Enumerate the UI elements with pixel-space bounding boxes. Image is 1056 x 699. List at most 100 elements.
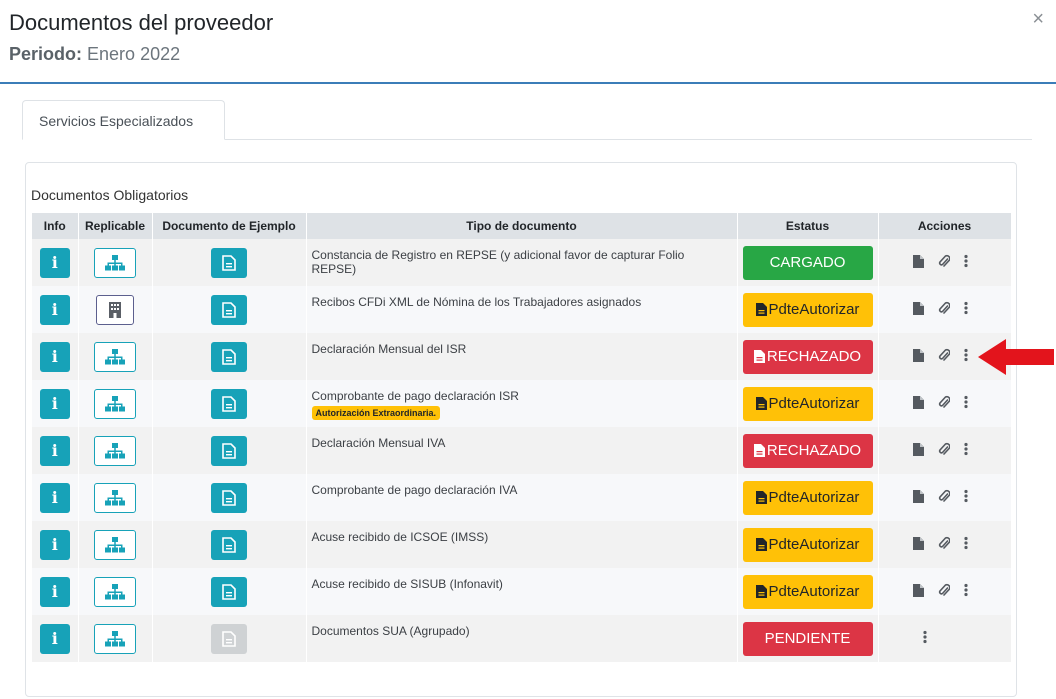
paperclip-icon[interactable] <box>938 536 951 553</box>
paperclip-icon[interactable] <box>938 348 951 365</box>
file-icon[interactable] <box>912 489 924 506</box>
tipo-cell: Declaración Mensual del ISR <box>306 333 738 380</box>
info-button[interactable]: i <box>39 388 70 419</box>
actions-cell <box>878 286 1012 333</box>
example-document-button[interactable] <box>211 247 247 278</box>
replicable-cell <box>78 474 153 521</box>
paperclip-icon[interactable] <box>938 395 951 412</box>
documents-card: Documentos Obligatorios Info Replicable … <box>25 162 1017 697</box>
example-document-button[interactable] <box>211 623 247 654</box>
paperclip-icon[interactable] <box>938 583 951 600</box>
replicable-button[interactable] <box>94 623 136 654</box>
info-button[interactable]: i <box>39 576 70 607</box>
paperclip-icon[interactable] <box>938 254 951 271</box>
ellipsis-vertical-icon[interactable] <box>963 254 968 271</box>
actions-cell <box>878 427 1012 474</box>
replicable-cell <box>78 239 153 286</box>
paperclip-icon[interactable] <box>938 489 951 506</box>
table-row: i Documentos SUA (Agrupado) PENDIENTE <box>32 615 1012 662</box>
ellipsis-vertical-icon[interactable] <box>963 489 968 506</box>
documents-table: Info Replicable Documento de Ejemplo Tip… <box>32 213 1012 662</box>
status-label: PdteAutorizar <box>768 300 860 318</box>
info-button[interactable]: i <box>39 247 70 278</box>
header-tipo-documento: Tipo de documento <box>306 213 738 239</box>
file-icon[interactable] <box>912 301 924 318</box>
file-icon[interactable] <box>912 536 924 553</box>
info-button[interactable]: i <box>39 529 70 560</box>
info-cell: i <box>32 333 79 380</box>
status-badge[interactable]: PdteAutorizar <box>742 292 873 327</box>
status-badge[interactable]: PdteAutorizar <box>742 386 873 421</box>
info-cell: i <box>32 615 79 662</box>
status-label: RECHAZADO <box>766 347 862 365</box>
status-cell: PdteAutorizar <box>737 474 879 521</box>
status-badge[interactable]: CARGADO <box>742 245 873 280</box>
replicable-button[interactable] <box>94 388 136 419</box>
file-icon[interactable] <box>912 442 924 459</box>
replicable-button[interactable] <box>94 482 136 513</box>
replicable-button[interactable] <box>94 529 136 560</box>
tipo-cell: Comprobante de pago declaración IVA <box>306 474 738 521</box>
ellipsis-vertical-icon[interactable] <box>963 536 968 553</box>
actions-cell <box>878 239 1012 286</box>
ellipsis-vertical-icon[interactable] <box>963 395 968 412</box>
table-row: i Declaración Mensual del ISR RECHAZADO <box>32 333 1012 380</box>
info-cell: i <box>32 568 79 615</box>
ellipsis-vertical-icon[interactable] <box>963 583 968 600</box>
modal-header: Documentos del proveedor Periodo: Enero … <box>0 0 1056 84</box>
ellipsis-vertical-icon[interactable] <box>963 348 968 365</box>
paperclip-icon[interactable] <box>938 301 951 318</box>
status-badge[interactable]: PdteAutorizar <box>742 480 873 515</box>
ellipsis-vertical-icon[interactable] <box>963 442 968 459</box>
replicable-cell <box>78 521 153 568</box>
replicable-button[interactable] <box>94 247 136 278</box>
document-type: Constancia de Registro en REPSE (y adici… <box>311 248 685 276</box>
example-document-button[interactable] <box>211 294 247 325</box>
file-icon[interactable] <box>912 395 924 412</box>
file-icon <box>753 442 767 459</box>
close-button[interactable]: × <box>1032 8 1044 31</box>
example-cell <box>152 380 307 427</box>
tipo-cell: Acuse recibido de SISUB (Infonavit) <box>306 568 738 615</box>
table-row: i Comprobante de pago declaración IVA Pdte… <box>32 474 1012 521</box>
replicable-button[interactable] <box>94 576 136 607</box>
example-document-button[interactable] <box>211 435 247 466</box>
status-badge[interactable]: RECHAZADO <box>742 339 873 374</box>
file-icon[interactable] <box>912 254 924 271</box>
status-badge[interactable]: PENDIENTE <box>742 621 873 656</box>
document-type: Declaración Mensual IVA <box>311 436 446 450</box>
info-button[interactable]: i <box>39 294 70 325</box>
status-badge[interactable]: RECHAZADO <box>742 433 873 468</box>
file-icon <box>755 301 769 318</box>
tab-servicios-especializados[interactable]: Servicios Especializados <box>22 100 225 140</box>
table-row: i Comprobante de pago declaración ISR Auto… <box>32 380 1012 427</box>
ellipsis-vertical-icon[interactable] <box>963 301 968 318</box>
tab-bar: Servicios Especializados <box>22 100 1032 140</box>
info-button[interactable]: i <box>39 341 70 372</box>
file-icon[interactable] <box>912 348 924 365</box>
table-header-row: Info Replicable Documento de Ejemplo Tip… <box>32 213 1012 239</box>
example-cell <box>152 286 307 333</box>
status-badge[interactable]: PdteAutorizar <box>742 527 873 562</box>
info-button[interactable]: i <box>39 482 70 513</box>
example-document-button[interactable] <box>211 482 247 513</box>
replicable-button[interactable] <box>96 294 134 325</box>
modal-title: Documentos del proveedor <box>9 10 274 35</box>
replicable-button[interactable] <box>94 435 136 466</box>
ellipsis-vertical-icon[interactable] <box>922 630 927 647</box>
actions-cell <box>878 474 1012 521</box>
status-badge[interactable]: PdteAutorizar <box>742 574 873 609</box>
info-button[interactable]: i <box>39 435 70 466</box>
info-button[interactable]: i <box>39 623 70 654</box>
file-icon <box>753 348 767 365</box>
example-document-button[interactable] <box>211 388 247 419</box>
example-document-button[interactable] <box>211 576 247 607</box>
file-icon <box>755 395 769 412</box>
file-icon[interactable] <box>912 583 924 600</box>
example-document-button[interactable] <box>211 529 247 560</box>
table-row: i Acuse recibido de ICSOE (IMSS) PdteAutor… <box>32 521 1012 568</box>
replicable-button[interactable] <box>94 341 136 372</box>
example-cell <box>152 474 307 521</box>
example-document-button[interactable] <box>211 341 247 372</box>
paperclip-icon[interactable] <box>938 442 951 459</box>
